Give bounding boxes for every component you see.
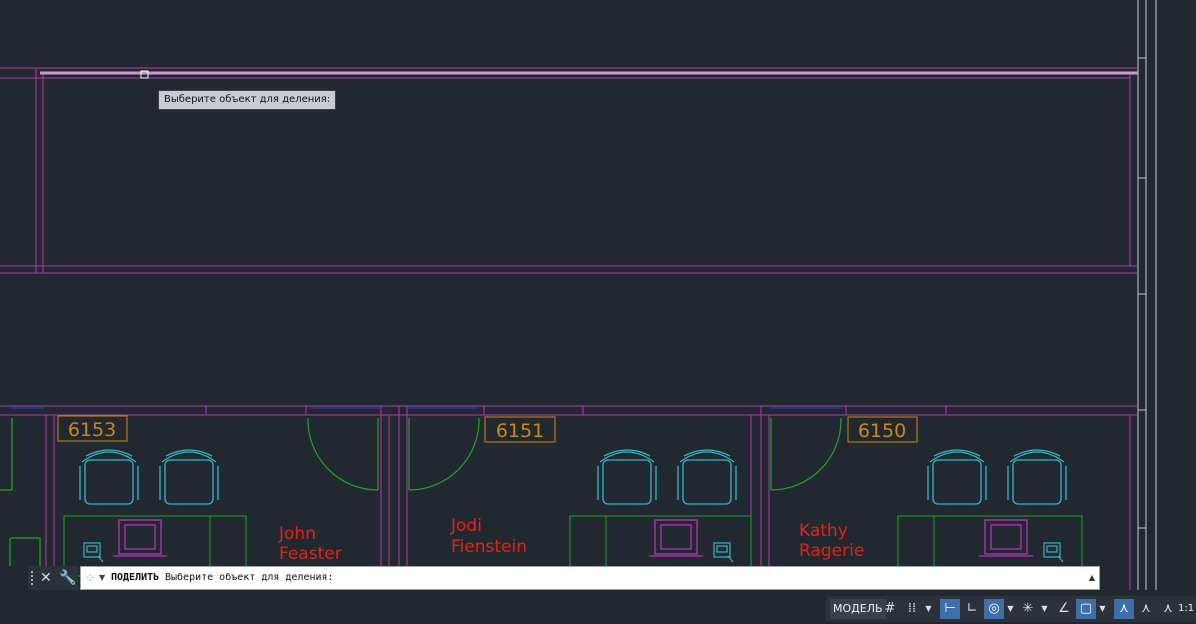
- room-number: 6150: [858, 420, 906, 442]
- status-bar: МОДЕЛЬ # ⁞⁞ ▼ ⊢ ∟ ◎ ▼ ✳ ▼ ∠ ▢ ▼ ⋏ ⋏ ⋏ 1:…: [826, 596, 1196, 622]
- annotation-scale-icon[interactable]: ⋏: [1136, 599, 1156, 619]
- grid-icon[interactable]: #: [880, 599, 900, 619]
- close-icon[interactable]: ✕: [40, 568, 52, 588]
- occupant-first-name: John: [278, 524, 316, 544]
- model-space-button[interactable]: МОДЕЛЬ: [830, 599, 886, 619]
- computer-monitors: [113, 519, 1033, 557]
- annotation-visibility-icon[interactable]: ▢: [1076, 599, 1096, 619]
- occupant-last-name: Feaster: [279, 544, 342, 564]
- room-tag-6151[interactable]: 6151: [484, 416, 556, 443]
- telephones: [83, 542, 1064, 563]
- room-tag-6153[interactable]: 6153: [57, 415, 128, 442]
- office-walls[interactable]: [0, 405, 1138, 590]
- chevron-down-icon[interactable]: ▼: [1098, 599, 1107, 619]
- infer-constraints-icon[interactable]: ⊢: [940, 599, 960, 619]
- right-wall: [1137, 0, 1157, 590]
- command-line-tools: ✕ 🔧: [28, 566, 78, 590]
- isodraft-icon[interactable]: ∠: [1054, 599, 1074, 619]
- snap-icon[interactable]: ⁞⁞: [902, 599, 922, 619]
- occupant-label: John Feaster Jodi Fienstein Kathy Rageri…: [278, 516, 864, 564]
- occupant-first-name: Kathy: [799, 521, 848, 541]
- chevron-down-icon[interactable]: ▼: [924, 599, 933, 619]
- command-name: ПОДЕЛИТЬ: [111, 572, 160, 583]
- grip-handle-icon[interactable]: [31, 571, 39, 585]
- occupant-last-name: Fienstein: [451, 537, 527, 557]
- room-number: 6151: [496, 420, 544, 442]
- chevron-down-icon[interactable]: ▼: [99, 571, 105, 585]
- history-up-icon[interactable]: ▲: [1089, 571, 1095, 585]
- ortho-icon[interactable]: ∟: [962, 599, 982, 619]
- command-input[interactable]: ⁘ ▼ ПОДЕЛИТЬ Выберите объект для деления…: [80, 566, 1100, 590]
- polar-icon[interactable]: ◎: [984, 599, 1004, 619]
- wrench-icon[interactable]: 🔧: [59, 568, 76, 588]
- command-tooltip: Выберите объект для деления:: [158, 90, 337, 110]
- workspace-icon[interactable]: ⋏: [1158, 599, 1178, 619]
- scale-label[interactable]: 1:1: [1178, 599, 1194, 619]
- chevron-down-icon[interactable]: ▼: [1040, 599, 1049, 619]
- occupant-last-name: Ragerie: [799, 541, 864, 561]
- command-line-bar: ✕ 🔧 ⁘ ▼ ПОДЕЛИТЬ Выберите объект для дел…: [28, 566, 1100, 590]
- osnap-tracking-icon[interactable]: ✳: [1018, 599, 1038, 619]
- room-number: 6153: [68, 419, 116, 441]
- doors[interactable]: [0, 417, 842, 566]
- command-prompt: Выберите объект для деления:: [165, 572, 334, 583]
- autoscale-icon[interactable]: ⋏: [1114, 599, 1134, 619]
- chairs: [79, 449, 1067, 505]
- occupant-first-name: Jodi: [450, 516, 482, 536]
- command-icon[interactable]: ⁘: [85, 570, 95, 586]
- room-tag-6150[interactable]: 6150: [847, 416, 918, 443]
- chevron-down-icon[interactable]: ▼: [1006, 599, 1015, 619]
